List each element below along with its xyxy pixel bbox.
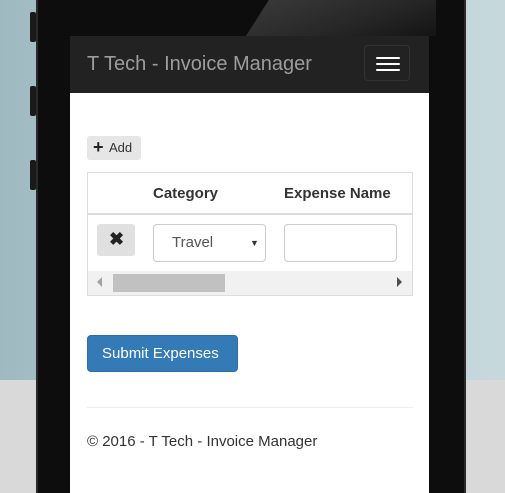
submit-expenses-button[interactable]: Submit Expenses: [87, 335, 238, 372]
scroll-left-arrow-icon[interactable]: [97, 277, 102, 287]
navbar: T Tech - Invoice Manager: [70, 36, 429, 93]
brand-link[interactable]: T Tech - Invoice Manager: [87, 52, 312, 76]
footer-divider: [87, 407, 413, 408]
phone-glare: [246, 0, 436, 36]
add-button[interactable]: + Add: [87, 136, 141, 160]
expense-name-input[interactable]: [284, 224, 397, 262]
plus-icon: +: [93, 137, 104, 157]
category-select[interactable]: Travel ▼: [153, 224, 266, 262]
navbar-toggle-button[interactable]: [364, 45, 410, 81]
column-header-category: Category: [153, 185, 219, 202]
submit-expenses-label: Submit Expenses: [102, 345, 219, 362]
scroll-right-arrow-icon[interactable]: [397, 277, 402, 287]
column-header-expense-name: Expense Name: [284, 185, 391, 202]
delete-row-button[interactable]: ✖: [97, 224, 135, 256]
add-button-label: Add: [109, 140, 133, 155]
footer-text: © 2016 - T Tech - Invoice Manager: [87, 433, 318, 450]
horizontal-scrollbar[interactable]: [88, 271, 412, 295]
close-icon: ✖: [109, 229, 125, 249]
table-header-divider: [88, 213, 412, 215]
app-screen: T Tech - Invoice Manager + Add Category …: [70, 36, 429, 493]
expense-table: Category Expense Name ✖ Travel ▼: [87, 172, 413, 296]
chevron-down-icon: ▼: [250, 238, 259, 248]
scrollbar-thumb[interactable]: [113, 274, 225, 292]
category-select-value: Travel: [172, 234, 214, 251]
